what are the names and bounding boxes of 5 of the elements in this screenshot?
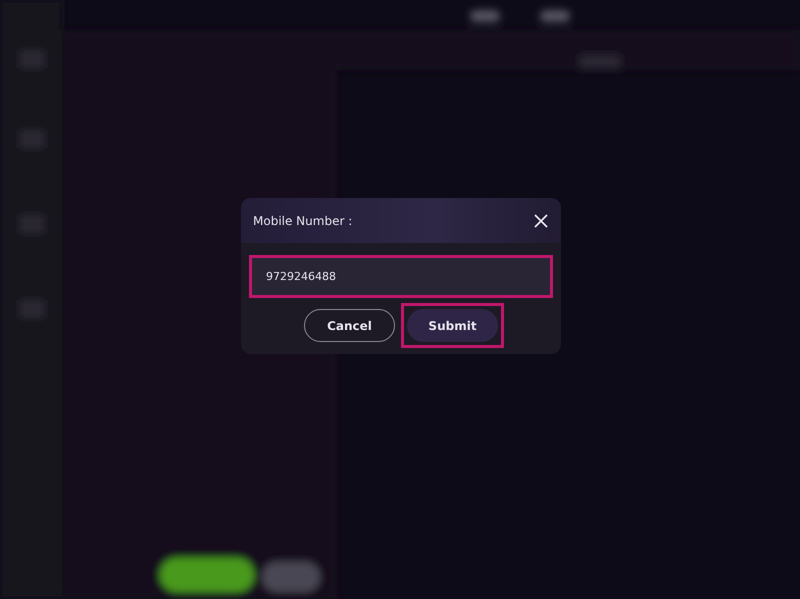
- mobile-number-field[interactable]: 9729246488: [252, 258, 550, 295]
- submit-button[interactable]: Submit: [407, 309, 498, 342]
- close-icon[interactable]: [533, 212, 549, 228]
- dialog-title: Mobile Number :: [253, 214, 352, 228]
- cancel-button[interactable]: Cancel: [304, 309, 395, 342]
